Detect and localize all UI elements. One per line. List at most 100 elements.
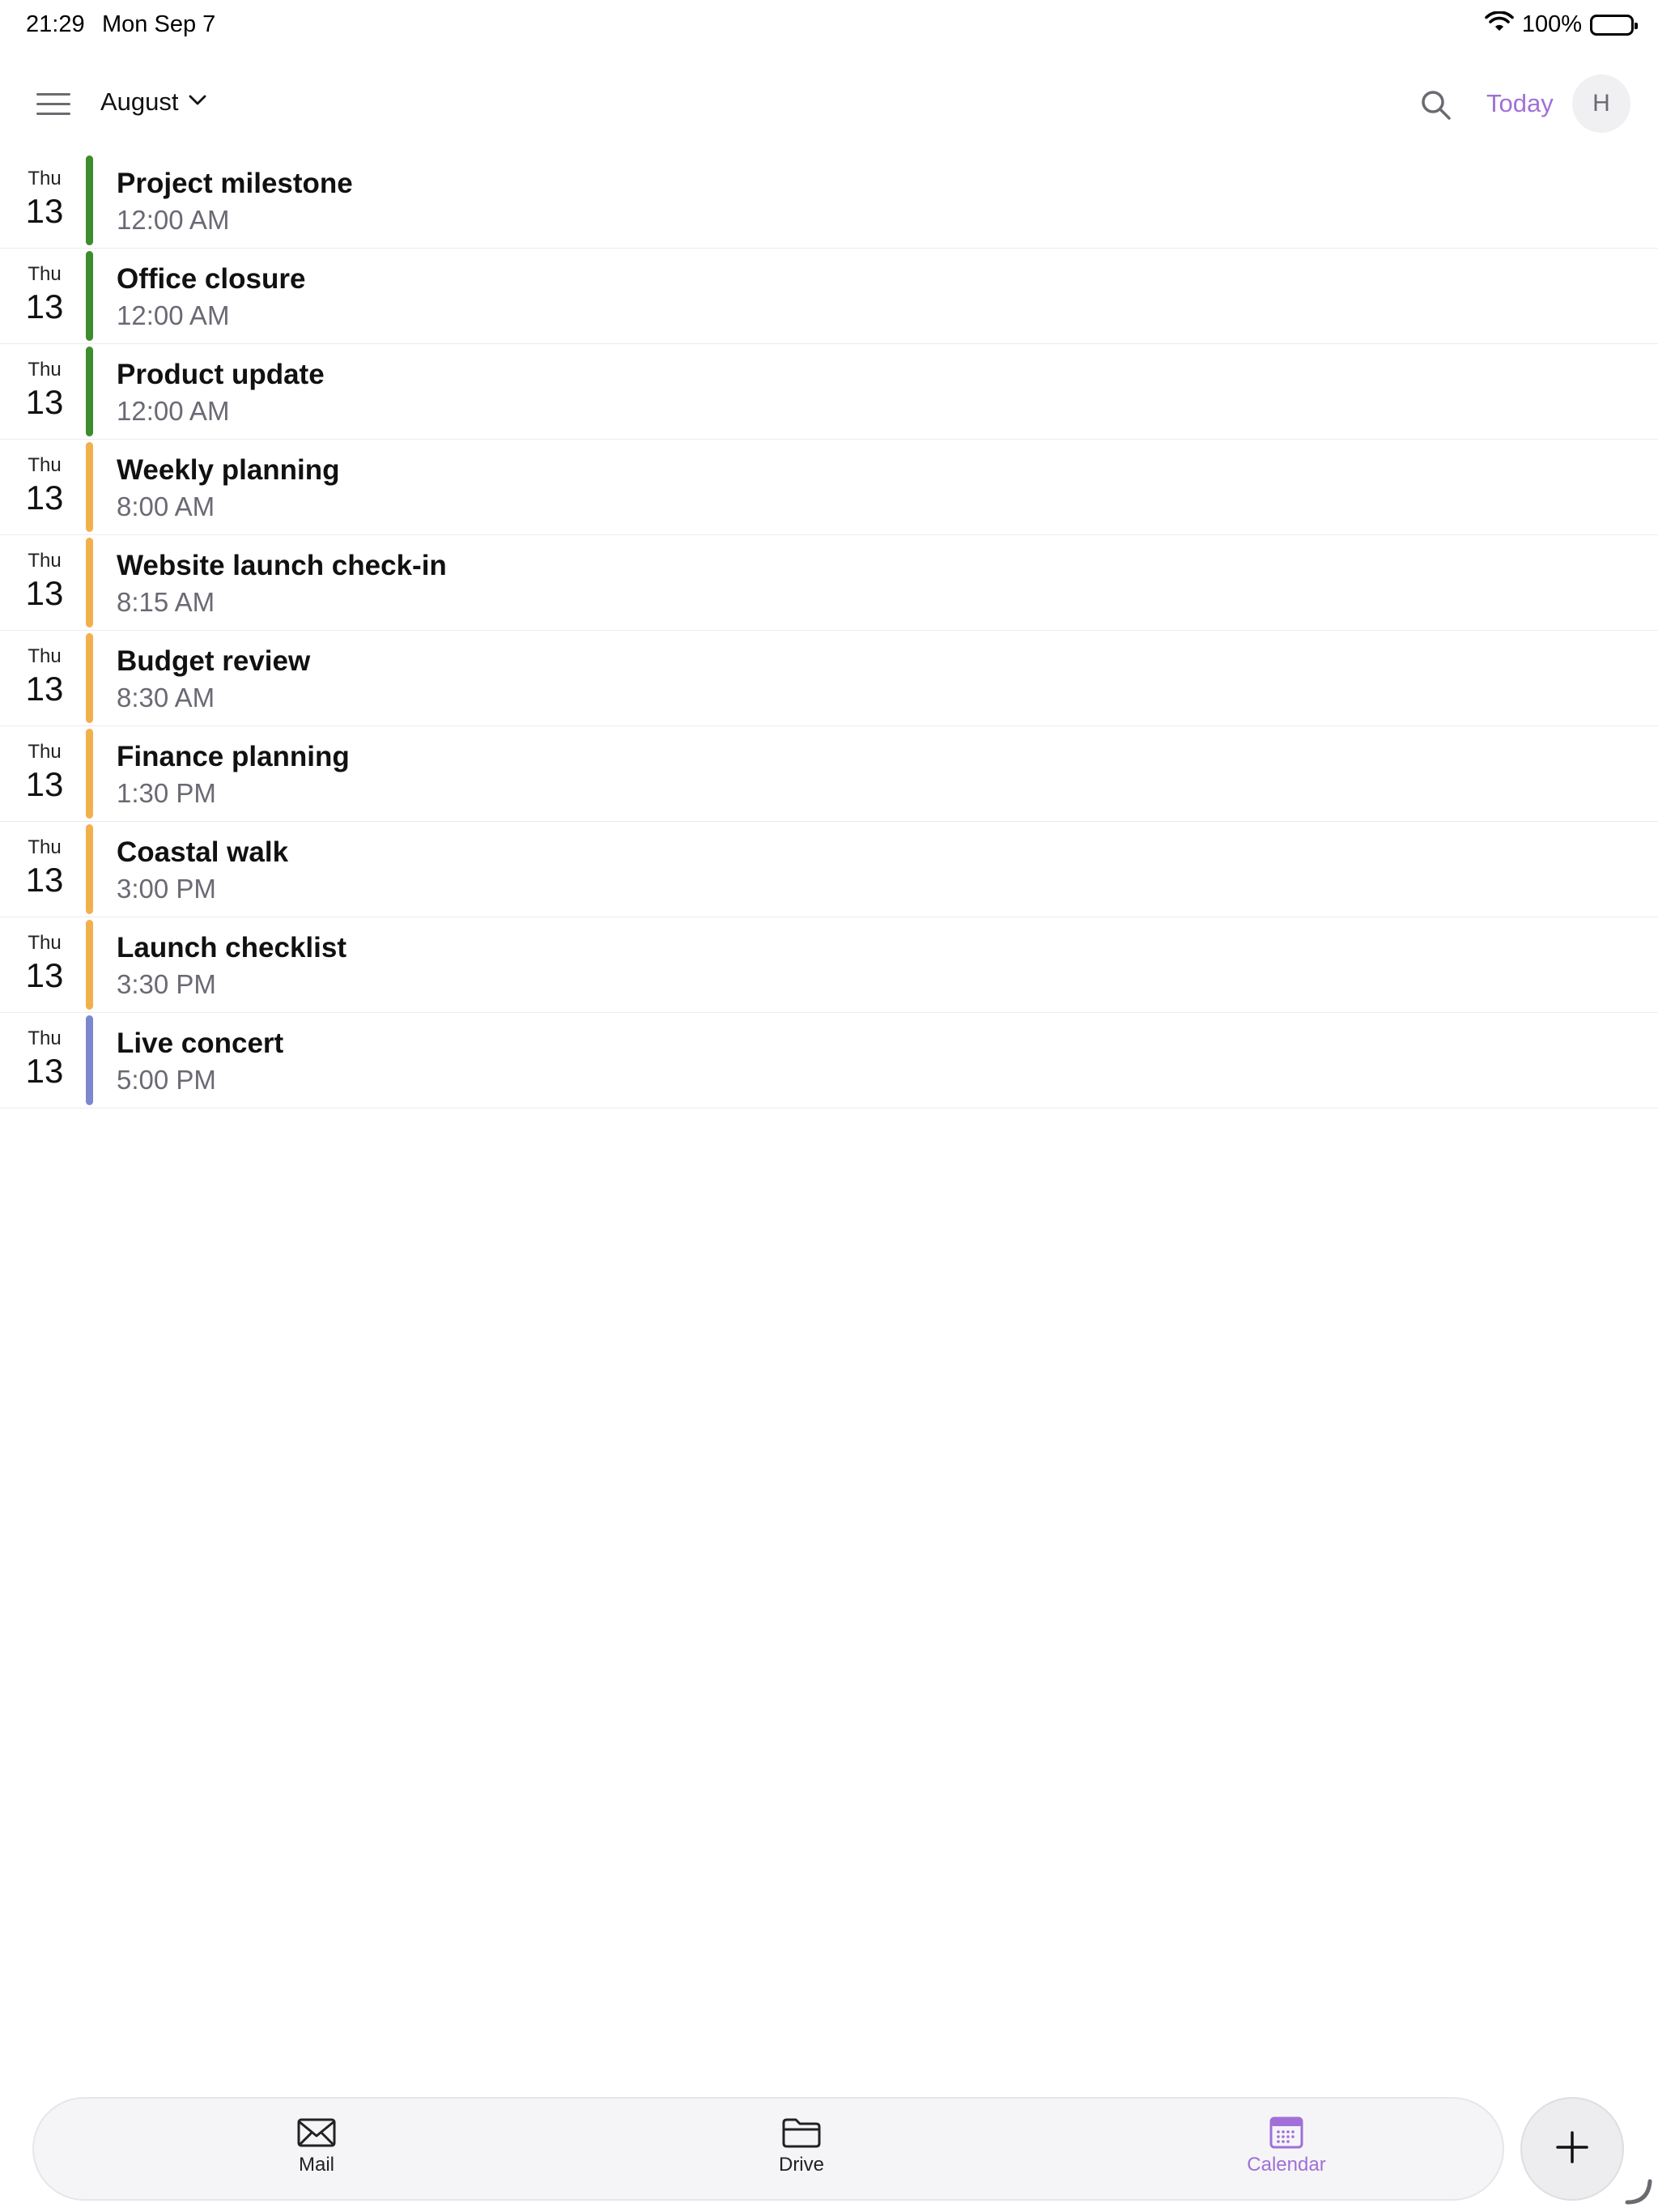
event-weekday: Thu <box>28 168 62 189</box>
tab-mail-label: Mail <box>298 2154 334 2176</box>
event-title: Project milestone <box>117 168 353 199</box>
avatar[interactable]: H <box>1572 74 1630 133</box>
search-button[interactable] <box>1418 87 1457 126</box>
tab-drive-label: Drive <box>778 2154 824 2176</box>
event-color-bar <box>86 442 93 532</box>
event-row[interactable]: Thu 13 Website launch check-in 8:15 AM <box>0 535 1658 631</box>
event-time: 12:00 AM <box>117 396 230 426</box>
search-icon <box>1418 91 1454 126</box>
event-row[interactable]: Thu 13 Product update 12:00 AM <box>0 344 1658 440</box>
event-row[interactable]: Thu 13 Budget review 8:30 AM <box>0 631 1658 726</box>
event-date: 13 <box>25 765 64 803</box>
event-day: Thu 13 <box>0 645 89 708</box>
event-title: Website launch check-in <box>117 550 447 581</box>
event-title: Budget review <box>117 645 311 677</box>
calendar-header: August Today H <box>0 65 1658 143</box>
folder-icon <box>721 2116 882 2149</box>
event-color-bar <box>86 920 93 1010</box>
event-date: 13 <box>25 956 64 994</box>
event-row[interactable]: Thu 13 Office closure 12:00 AM <box>0 249 1658 344</box>
event-row[interactable]: Thu 13 Launch checklist 3:30 PM <box>0 917 1658 1013</box>
tab-calendar[interactable]: Calendar <box>1205 2116 1367 2176</box>
battery-icon <box>1590 14 1638 36</box>
event-color-bar <box>86 538 93 627</box>
event-color-bar <box>86 729 93 819</box>
tab-drive[interactable]: Drive <box>721 2116 882 2176</box>
event-day: Thu 13 <box>0 454 89 517</box>
event-time: 12:00 AM <box>117 300 230 330</box>
event-row[interactable]: Thu 13 Live concert 5:00 PM <box>0 1013 1658 1108</box>
month-selector[interactable]: August <box>100 87 206 117</box>
tab-bar: Mail Drive Calendar <box>32 2097 1504 2201</box>
event-date: 13 <box>25 1052 64 1090</box>
resize-handle-icon[interactable] <box>1624 2176 1653 2206</box>
chevron-down-icon <box>189 95 206 110</box>
event-day: Thu 13 <box>0 359 89 422</box>
event-day: Thu 13 <box>0 168 89 231</box>
event-day: Thu 13 <box>0 550 89 613</box>
event-date: 13 <box>25 287 64 325</box>
event-time: 3:00 PM <box>117 874 216 904</box>
event-time: 8:30 AM <box>117 683 215 713</box>
event-list: Thu 13 Project milestone 12:00 AM Thu 13 Offic… <box>0 153 1658 1108</box>
event-time: 3:30 PM <box>117 969 216 999</box>
event-weekday: Thu <box>28 454 62 476</box>
event-date: 13 <box>25 383 64 421</box>
status-bar: 21:29 Mon Sep 7 100% <box>0 0 1658 52</box>
event-color-bar <box>86 1015 93 1105</box>
status-date: Mon Sep 7 <box>102 11 216 37</box>
event-time: 1:30 PM <box>117 778 216 808</box>
event-weekday: Thu <box>28 741 62 763</box>
event-day: Thu 13 <box>0 836 89 900</box>
event-title: Weekly planning <box>117 454 340 486</box>
event-row[interactable]: Thu 13 Weekly planning 8:00 AM <box>0 440 1658 535</box>
event-title: Launch checklist <box>117 932 346 963</box>
month-label: August <box>100 87 179 116</box>
event-row[interactable]: Thu 13 Coastal walk 3:00 PM <box>0 822 1658 917</box>
menu-button[interactable] <box>29 86 79 123</box>
hamburger-icon <box>36 93 70 96</box>
status-indicators: 100% <box>1485 11 1638 38</box>
avatar-initial: H <box>1592 90 1610 117</box>
event-day: Thu 13 <box>0 741 89 804</box>
event-date: 13 <box>25 192 64 230</box>
new-event-button[interactable] <box>1520 2097 1624 2201</box>
event-weekday: Thu <box>28 836 62 858</box>
event-row[interactable]: Thu 13 Project milestone 12:00 AM <box>0 153 1658 249</box>
event-title: Product update <box>117 359 325 390</box>
event-time: 12:00 AM <box>117 205 230 235</box>
tab-mail[interactable]: Mail <box>236 2116 397 2176</box>
event-color-bar <box>86 251 93 341</box>
event-title: Finance planning <box>117 741 350 772</box>
event-date: 13 <box>25 670 64 708</box>
event-time: 8:00 AM <box>117 491 215 521</box>
plus-icon <box>1554 2129 1590 2169</box>
event-date: 13 <box>25 574 64 612</box>
event-day: Thu 13 <box>0 1027 89 1091</box>
event-weekday: Thu <box>28 263 62 285</box>
event-time: 8:15 AM <box>117 587 215 617</box>
event-date: 13 <box>25 479 64 517</box>
wifi-icon <box>1485 11 1514 38</box>
event-weekday: Thu <box>28 359 62 381</box>
event-color-bar <box>86 633 93 723</box>
tab-calendar-label: Calendar <box>1247 2154 1326 2176</box>
event-color-bar <box>86 347 93 436</box>
today-button[interactable]: Today <box>1486 89 1554 118</box>
calendar-icon <box>1205 2116 1367 2149</box>
event-weekday: Thu <box>28 645 62 667</box>
event-day: Thu 13 <box>0 932 89 995</box>
event-weekday: Thu <box>28 932 62 954</box>
event-weekday: Thu <box>28 550 62 572</box>
event-weekday: Thu <box>28 1027 62 1049</box>
battery-percentage: 100% <box>1521 11 1582 37</box>
event-title: Office closure <box>117 263 306 295</box>
mail-icon <box>236 2116 397 2149</box>
event-title: Live concert <box>117 1027 284 1059</box>
event-row[interactable]: Thu 13 Finance planning 1:30 PM <box>0 726 1658 822</box>
event-color-bar <box>86 155 93 245</box>
event-title: Coastal walk <box>117 836 289 868</box>
event-time: 5:00 PM <box>117 1065 216 1095</box>
event-day: Thu 13 <box>0 263 89 326</box>
event-date: 13 <box>25 861 64 899</box>
